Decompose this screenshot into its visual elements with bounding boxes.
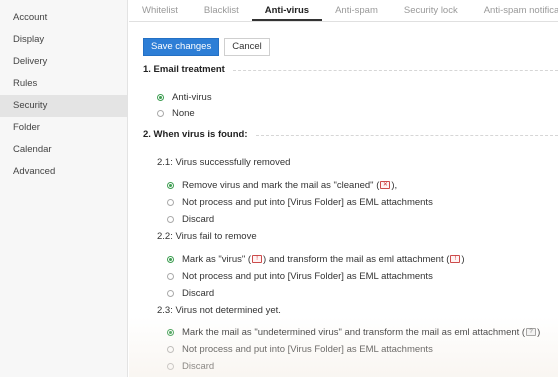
sidebar-item-rules[interactable]: Rules	[0, 73, 127, 95]
sidebar-item-advanced[interactable]: Advanced	[0, 161, 127, 183]
tab-anti-spam[interactable]: Anti-spam	[322, 0, 391, 21]
tab-whitelist[interactable]: Whitelist	[129, 0, 191, 21]
section-email-treatment: 1. Email treatment	[143, 64, 558, 75]
radio-not-process-virus-folder[interactable]: Not process and put into [Virus Folder] …	[167, 271, 433, 282]
radio-not-process-virus-folder[interactable]: Not process and put into [Virus Folder] …	[167, 344, 433, 355]
option-label: Not process and put into [Virus Folder] …	[182, 344, 433, 355]
virus-icon: !	[450, 255, 461, 264]
option-label: Not process and put into [Virus Folder] …	[182, 197, 433, 208]
cancel-button[interactable]: Cancel	[224, 38, 270, 56]
section-title: 1. Email treatment	[143, 64, 225, 75]
radio-checked-icon[interactable]	[167, 182, 174, 189]
radio-discard[interactable]: Discard	[167, 214, 214, 225]
radio-mark-undetermined-virus[interactable]: Mark the mail as "undetermined virus" an…	[167, 327, 540, 338]
option-label: Discard	[182, 288, 215, 299]
toolbar: Save changes Cancel	[143, 38, 270, 56]
sidebar: Account Display Delivery Rules Security …	[0, 0, 128, 377]
save-changes-button[interactable]: Save changes	[143, 38, 220, 56]
sidebar-item-security[interactable]: Security	[0, 95, 127, 117]
sidebar-item-calendar[interactable]: Calendar	[0, 139, 127, 161]
tab-blacklist[interactable]: Blacklist	[191, 0, 252, 21]
virus-icon: !	[252, 255, 263, 264]
radio-unchecked-icon[interactable]	[167, 273, 174, 280]
tab-anti-spam-notification[interactable]: Anti-spam notification	[471, 0, 558, 21]
radio-checked-icon[interactable]	[167, 256, 174, 263]
radio-discard[interactable]: Discard	[167, 361, 214, 372]
section-when-virus-found: 2. When virus is found:	[143, 129, 558, 140]
option-label: Remove virus and mark the mail as "clean…	[182, 180, 398, 191]
radio-mark-as-virus[interactable]: Mark as "virus" (!) and transform the ma…	[167, 254, 465, 265]
radio-none[interactable]: None	[157, 108, 195, 119]
radio-anti-virus[interactable]: Anti-virus	[157, 92, 212, 103]
radio-not-process-virus-folder[interactable]: Not process and put into [Virus Folder] …	[167, 197, 433, 208]
option-label: None	[172, 108, 195, 119]
radio-discard[interactable]: Discard	[167, 288, 214, 299]
subsection-virus-not-determined: 2.3: Virus not determined yet.	[157, 305, 281, 316]
sidebar-item-account[interactable]: Account	[0, 7, 127, 29]
radio-remove-and-mark-cleaned[interactable]: Remove virus and mark the mail as "clean…	[167, 180, 397, 191]
section-title: 2. When virus is found:	[143, 129, 248, 140]
settings-panel: Save changes Cancel 1. Email treatment A…	[129, 22, 558, 377]
option-label: Not process and put into [Virus Folder] …	[182, 271, 433, 282]
option-label: Anti-virus	[172, 92, 212, 103]
tab-anti-virus[interactable]: Anti-virus	[251, 0, 323, 21]
undetermined-virus-icon: ?	[526, 328, 537, 337]
option-label: Discard	[182, 214, 215, 225]
subsection-virus-fail-remove: 2.2: Virus fail to remove	[157, 231, 257, 242]
radio-unchecked-icon[interactable]	[157, 110, 164, 117]
radio-unchecked-icon[interactable]	[167, 199, 174, 206]
cleaned-virus-icon: ✕	[380, 181, 391, 190]
sidebar-item-delivery[interactable]: Delivery	[0, 51, 127, 73]
radio-checked-icon[interactable]	[167, 329, 174, 336]
radio-unchecked-icon[interactable]	[167, 290, 174, 297]
option-label: Discard	[182, 361, 215, 372]
subsection-virus-removed: 2.1: Virus successfully removed	[157, 157, 291, 168]
radio-unchecked-icon[interactable]	[167, 363, 174, 370]
option-label: Mark as "virus" (!) and transform the ma…	[182, 254, 465, 265]
divider	[232, 70, 558, 71]
tab-bar: Whitelist Blacklist Anti-virus Anti-spam…	[129, 0, 558, 22]
sidebar-item-folder[interactable]: Folder	[0, 117, 127, 139]
tab-security-lock[interactable]: Security lock	[391, 0, 471, 21]
radio-unchecked-icon[interactable]	[167, 216, 174, 223]
sidebar-item-display[interactable]: Display	[0, 29, 127, 51]
radio-unchecked-icon[interactable]	[167, 346, 174, 353]
divider	[255, 135, 558, 136]
option-label: Mark the mail as "undetermined virus" an…	[182, 327, 541, 338]
radio-checked-icon[interactable]	[157, 94, 164, 101]
